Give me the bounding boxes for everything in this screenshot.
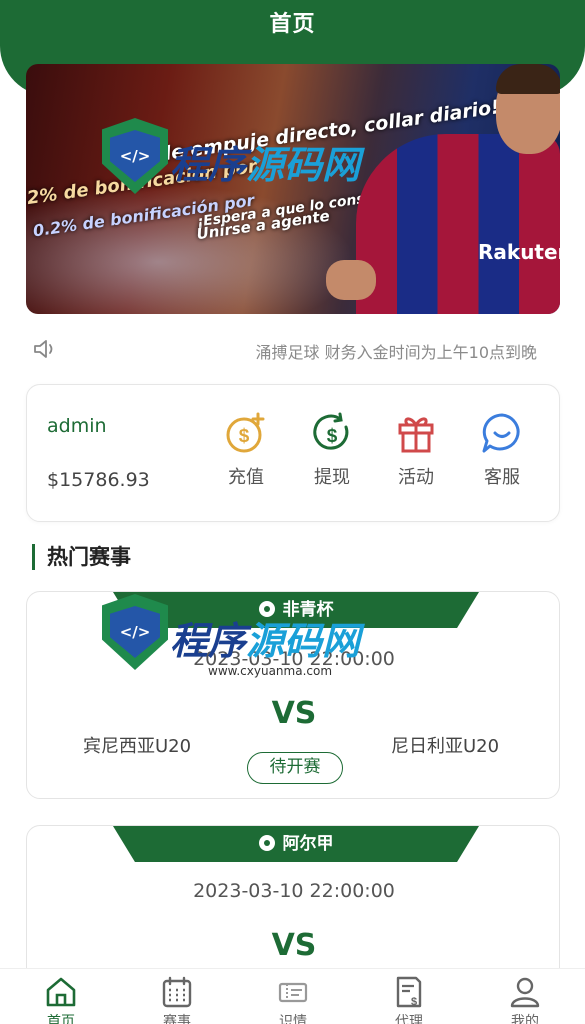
- svg-text:$: $: [411, 996, 417, 1008]
- soccer-ball-icon: [258, 835, 275, 851]
- jersey-sponsor: Rakuten: [478, 240, 560, 264]
- svg-text:$: $: [239, 426, 250, 447]
- customer-service-button[interactable]: 客服: [467, 411, 537, 489]
- withdraw-label: 提现: [314, 467, 350, 488]
- cash-withdraw-icon: $: [313, 412, 349, 450]
- ticket-icon: [278, 982, 308, 1003]
- match-time: 2023-03-10 22:00:00: [193, 880, 395, 902]
- page-title: 首页: [269, 12, 316, 37]
- match-status-button[interactable]: 待开赛: [247, 752, 343, 784]
- vs-label: VS: [271, 928, 317, 963]
- notice-text: 涌搏足球 财务入金时间为上午10点到晚: [255, 343, 537, 362]
- hot-matches-title: 热门赛事: [32, 544, 131, 570]
- chat-bubble-icon: [482, 413, 520, 453]
- tab-mine[interactable]: 我的: [480, 969, 570, 1024]
- activity-button[interactable]: 活动: [381, 411, 451, 489]
- notice-bar[interactable]: 涌搏足球 财务入金时间为上午10点到晚: [30, 334, 555, 364]
- tab-matches[interactable]: 赛事: [132, 969, 222, 1024]
- league-tab: 非青杯: [113, 592, 479, 628]
- tab-home-label: 首页: [47, 1014, 75, 1024]
- promo-banner[interactable]: de empuje directo, collar diario! 2% de …: [26, 64, 560, 314]
- customer-service-label: 客服: [484, 467, 520, 488]
- recharge-button[interactable]: $ 充值: [211, 411, 281, 489]
- vs-label: VS: [271, 696, 317, 731]
- league-tab: 阿尔甲: [113, 826, 479, 862]
- speaker-icon: [34, 340, 53, 358]
- away-team: 尼日利亚U20: [391, 736, 500, 757]
- soccer-ball-icon: [258, 601, 275, 617]
- coin-plus-icon: $: [226, 412, 265, 453]
- tab-home[interactable]: 首页: [16, 969, 106, 1024]
- home-team: 宾尼西亚U20: [83, 736, 192, 757]
- activity-label: 活动: [398, 467, 434, 488]
- tab-bets[interactable]: 识情: [248, 969, 338, 1024]
- tab-bets-label: 识情: [279, 1014, 307, 1024]
- home-icon: [46, 977, 76, 1007]
- user-icon: [510, 977, 540, 1008]
- match-time: 2023-03-10 22:00:00: [193, 648, 395, 670]
- match-card[interactable]: 非青杯 2023-03-10 22:00:00 VS 宾尼西亚U20 尼日利亚U…: [26, 591, 560, 799]
- gift-icon: [398, 417, 434, 453]
- account-card: admin $15786.93 $ 充值 $ 提现 活动 客服: [26, 384, 560, 522]
- tab-mine-label: 我的: [511, 1014, 539, 1024]
- balance: $15786.93: [47, 469, 150, 491]
- username: admin: [47, 415, 107, 437]
- calendar-icon: [162, 976, 192, 1008]
- tab-matches-label: 赛事: [163, 1014, 191, 1024]
- player-arm: [326, 260, 376, 300]
- svg-text:$: $: [327, 426, 338, 447]
- league-name: 阿尔甲: [282, 834, 334, 854]
- tab-agent[interactable]: $ 代理: [364, 969, 454, 1024]
- player-jersey: [356, 134, 560, 314]
- withdraw-button[interactable]: $ 提现: [297, 411, 367, 489]
- bottom-tab-bar: 首页 赛事 识情 $ 代理 我的: [0, 968, 585, 1024]
- league-name: 非青杯: [282, 600, 334, 620]
- document-dollar-icon: $: [396, 976, 422, 1008]
- tab-agent-label: 代理: [395, 1014, 423, 1024]
- recharge-label: 充值: [228, 467, 264, 488]
- player-hair: [496, 64, 560, 94]
